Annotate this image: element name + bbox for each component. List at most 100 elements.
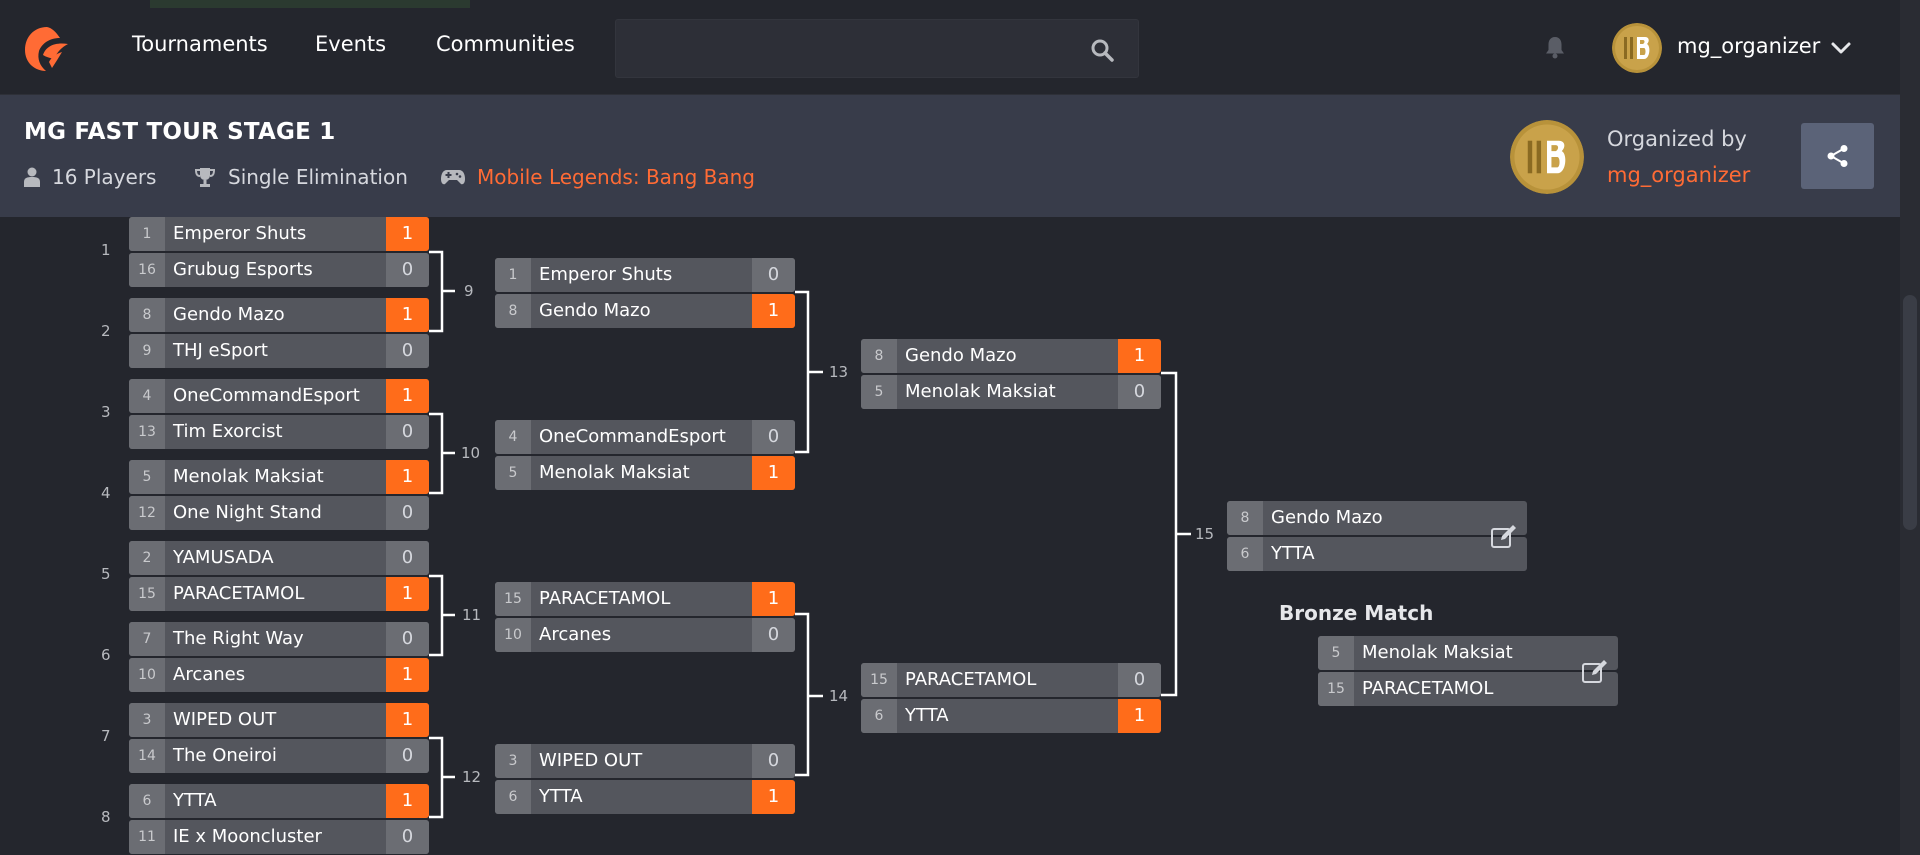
seed-number: 9 — [129, 334, 165, 368]
participant-name: YTTA — [1271, 543, 1315, 564]
participant-row[interactable]: 7 The Right Way 0 — [129, 622, 429, 656]
score-badge: 1 — [752, 780, 795, 814]
organizer-link[interactable]: mg_organizer — [1607, 163, 1750, 187]
participant-name: PARACETAMOL — [539, 588, 671, 609]
match-number: 12 — [462, 768, 482, 786]
participant-row[interactable]: 15 PARACETAMOL 0 — [861, 663, 1161, 697]
score-badge: 0 — [752, 258, 795, 292]
score-badge: 0 — [1118, 663, 1161, 697]
brand-logo-icon[interactable] — [22, 24, 72, 74]
gamepad-icon — [441, 170, 465, 185]
participant-row[interactable]: 1 Emperor Shuts 0 — [495, 258, 795, 292]
tournament-format: Single Elimination — [194, 165, 408, 189]
participant-row[interactable]: 5 Menolak Maksiat — [1318, 636, 1618, 670]
bronze-match[interactable]: 5 Menolak Maksiat 15 PARACETAMOL — [1318, 636, 1618, 708]
bell-icon[interactable] — [1542, 34, 1568, 60]
match-7[interactable]: 3 WIPED OUT 1 14 The Oneiroi 0 — [129, 703, 429, 775]
participant-name: Gendo Mazo — [539, 300, 651, 321]
nav-tournaments[interactable]: Tournaments — [132, 32, 268, 56]
participant-row[interactable]: 2 YAMUSADA 0 — [129, 541, 429, 575]
participant-row[interactable]: 12 One Night Stand 0 — [129, 496, 429, 530]
score-badge: 1 — [386, 217, 429, 251]
match-6[interactable]: 7 The Right Way 0 10 Arcanes 1 — [129, 622, 429, 694]
participant-row[interactable]: 5 Menolak Maksiat 0 — [861, 375, 1161, 409]
seed-number: 8 — [861, 339, 897, 373]
seed-number: 5 — [129, 460, 165, 494]
tournament-game[interactable]: Mobile Legends: Bang Bang — [441, 165, 755, 189]
participant-row[interactable]: 8 Gendo Mazo — [1227, 501, 1527, 535]
organizer-avatar[interactable] — [1510, 120, 1584, 194]
participant-row[interactable]: 11 IE x Mooncluster 0 — [129, 820, 429, 854]
seed-number: 6 — [1227, 537, 1263, 571]
match-9[interactable]: 1 Emperor Shuts 0 8 Gendo Mazo 1 — [495, 258, 795, 330]
seed-number: 6 — [129, 784, 165, 818]
share-button[interactable] — [1801, 123, 1874, 189]
participant-row[interactable]: 15 PARACETAMOL 1 — [495, 582, 795, 616]
match-1[interactable]: 1 Emperor Shuts 1 16 Grubug Esports 0 — [129, 217, 429, 289]
match-11[interactable]: 15 PARACETAMOL 1 10 Arcanes 0 — [495, 582, 795, 654]
search-input[interactable] — [616, 20, 1076, 77]
match-10[interactable]: 4 OneCommandEsport 0 5 Menolak Maksiat 1 — [495, 420, 795, 492]
user-icon — [24, 167, 40, 187]
participant-name: One Night Stand — [173, 502, 322, 523]
participant-row[interactable]: 4 OneCommandEsport 0 — [495, 420, 795, 454]
score-badge: 1 — [752, 582, 795, 616]
match-15-final[interactable]: 8 Gendo Mazo 6 YTTA — [1227, 501, 1527, 573]
edit-score-icon[interactable] — [1489, 521, 1519, 551]
seed-number: 11 — [129, 820, 165, 854]
match-14[interactable]: 15 PARACETAMOL 0 6 YTTA 1 — [861, 663, 1161, 735]
match-8[interactable]: 6 YTTA 1 11 IE x Mooncluster 0 — [129, 784, 429, 855]
nav-events[interactable]: Events — [315, 32, 386, 56]
participant-name: Menolak Maksiat — [905, 381, 1056, 402]
participant-row[interactable]: 10 Arcanes 0 — [495, 618, 795, 652]
participant-row[interactable]: 8 Gendo Mazo 1 — [861, 339, 1161, 373]
participant-row[interactable]: 13 Tim Exorcist 0 — [129, 415, 429, 449]
seed-number: 1 — [495, 258, 531, 292]
username-label[interactable]: mg_organizer — [1677, 34, 1820, 58]
match-2[interactable]: 8 Gendo Mazo 1 9 THJ eSport 0 — [129, 298, 429, 370]
participant-row[interactable]: 1 Emperor Shuts 1 — [129, 217, 429, 251]
participant-row[interactable]: 10 Arcanes 1 — [129, 658, 429, 692]
score-badge: 1 — [386, 703, 429, 737]
participant-row[interactable]: 9 THJ eSport 0 — [129, 334, 429, 368]
top-navbar: Tournaments Events Communities mg_organi… — [0, 0, 1900, 95]
match-number: 13 — [829, 363, 849, 381]
user-avatar[interactable] — [1612, 23, 1662, 73]
participant-row[interactable]: 6 YTTA 1 — [129, 784, 429, 818]
participant-row[interactable]: 4 OneCommandEsport 1 — [129, 379, 429, 413]
participant-row[interactable]: 8 Gendo Mazo 1 — [495, 294, 795, 328]
score-badge: 1 — [1118, 339, 1161, 373]
participant-row[interactable]: 14 The Oneiroi 0 — [129, 739, 429, 773]
match-number: 8 — [101, 808, 111, 826]
chevron-down-icon[interactable] — [1830, 38, 1852, 58]
participant-name: Tim Exorcist — [173, 421, 283, 442]
participant-row[interactable]: 5 Menolak Maksiat 1 — [495, 456, 795, 490]
score-badge: 0 — [752, 618, 795, 652]
seed-number: 1 — [129, 217, 165, 251]
participant-row[interactable]: 15 PARACETAMOL — [1318, 672, 1618, 706]
participant-name: PARACETAMOL — [1362, 678, 1494, 699]
score-badge: 1 — [752, 456, 795, 490]
match-4[interactable]: 5 Menolak Maksiat 1 12 One Night Stand 0 — [129, 460, 429, 532]
seed-number: 3 — [129, 703, 165, 737]
nav-communities[interactable]: Communities — [436, 32, 575, 56]
participant-row[interactable]: 6 YTTA — [1227, 537, 1527, 571]
match-13[interactable]: 8 Gendo Mazo 1 5 Menolak Maksiat 0 — [861, 339, 1161, 411]
participant-row[interactable]: 6 YTTA 1 — [495, 780, 795, 814]
participant-row[interactable]: 15 PARACETAMOL 1 — [129, 577, 429, 611]
edit-score-icon[interactable] — [1580, 656, 1610, 686]
participant-row[interactable]: 3 WIPED OUT 0 — [495, 744, 795, 778]
page-scrollbar-thumb[interactable] — [1903, 295, 1917, 530]
participant-row[interactable]: 3 WIPED OUT 1 — [129, 703, 429, 737]
participant-row[interactable]: 6 YTTA 1 — [861, 699, 1161, 733]
participant-row[interactable]: 5 Menolak Maksiat 1 — [129, 460, 429, 494]
game-link[interactable]: Mobile Legends: Bang Bang — [477, 165, 755, 189]
match-12[interactable]: 3 WIPED OUT 0 6 YTTA 1 — [495, 744, 795, 816]
participant-row[interactable]: 8 Gendo Mazo 1 — [129, 298, 429, 332]
participant-row[interactable]: 16 Grubug Esports 0 — [129, 253, 429, 287]
match-3[interactable]: 4 OneCommandEsport 1 13 Tim Exorcist 0 — [129, 379, 429, 451]
organized-by-label: Organized by — [1607, 127, 1747, 151]
score-badge: 0 — [386, 541, 429, 575]
match-5[interactable]: 2 YAMUSADA 0 15 PARACETAMOL 1 — [129, 541, 429, 613]
search-icon[interactable] — [1090, 38, 1114, 62]
